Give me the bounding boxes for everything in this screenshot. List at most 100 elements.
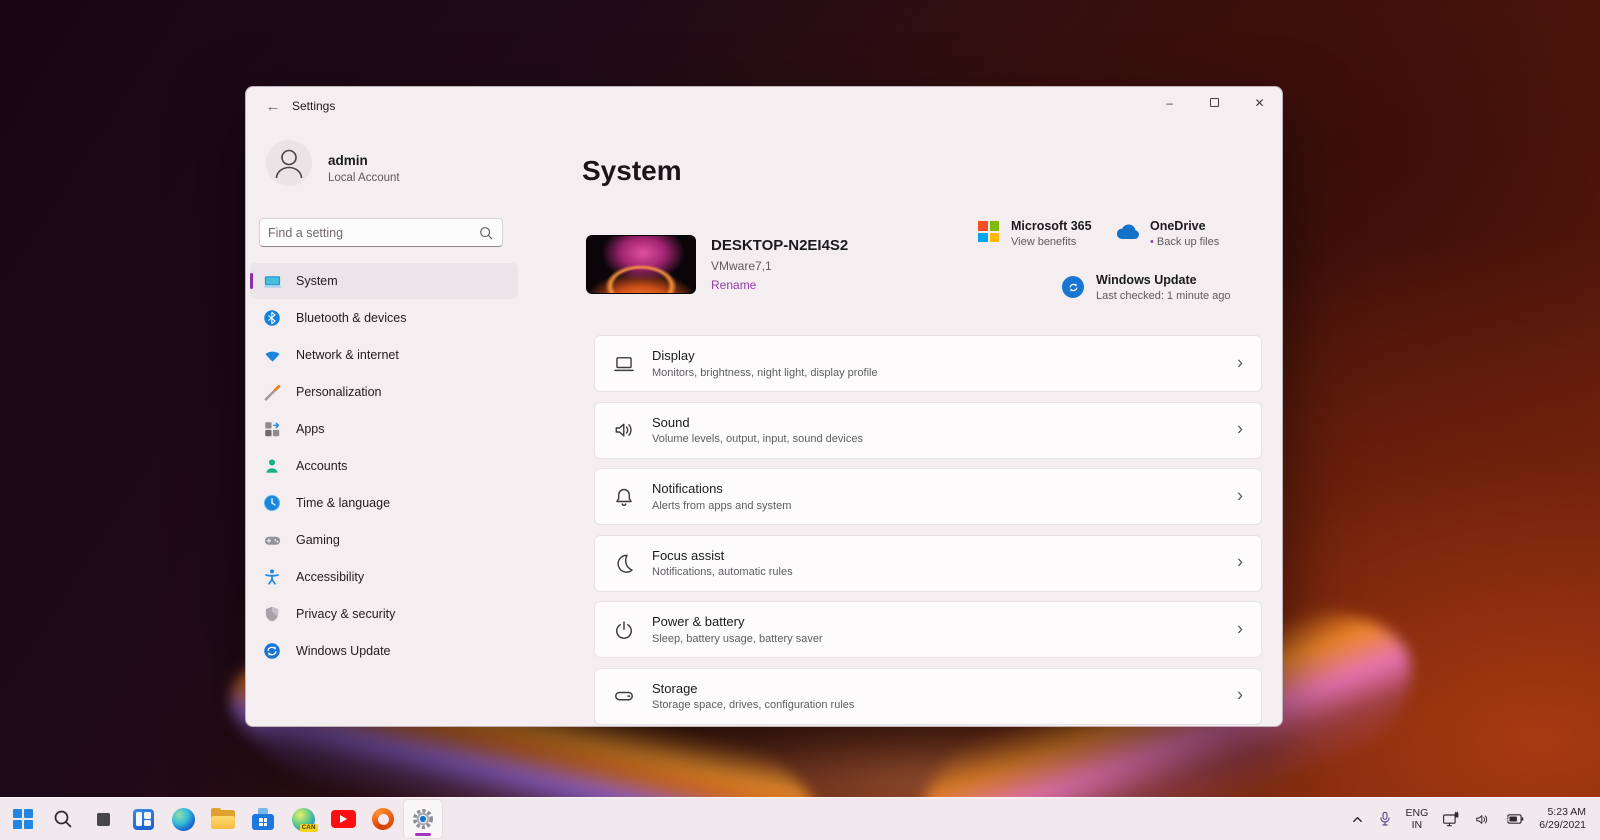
search-input[interactable] bbox=[268, 226, 478, 240]
titlebar[interactable]: ← Settings – ✕ bbox=[246, 87, 1282, 127]
sidebar-item-label: Privacy & security bbox=[296, 607, 395, 621]
sidebar-item-time-language[interactable]: Time & language bbox=[250, 485, 518, 521]
microsoft-365-icon bbox=[978, 221, 999, 242]
clock-date: 6/29/2021 bbox=[1539, 819, 1586, 832]
clock-time: 5:23 AM bbox=[1539, 806, 1586, 819]
settings-rows: Display Monitors, brightness, night ligh… bbox=[594, 335, 1262, 727]
sidebar-item-privacy-security[interactable]: Privacy & security bbox=[250, 596, 518, 632]
settings-row-power-battery[interactable]: Power & battery Sleep, battery usage, ba… bbox=[594, 601, 1262, 658]
settings-row-storage[interactable]: Storage Storage space, drives, configura… bbox=[594, 668, 1262, 725]
onedrive-title: OneDrive bbox=[1150, 219, 1219, 233]
edge-button[interactable] bbox=[163, 799, 203, 839]
widgets-button[interactable] bbox=[123, 799, 163, 839]
row-title: Notifications bbox=[652, 481, 791, 496]
sidebar-item-personalization[interactable]: Personalization bbox=[250, 374, 518, 410]
settings-row-focus-assist[interactable]: Focus assist Notifications, automatic ru… bbox=[594, 535, 1262, 592]
sidebar-item-label: Accounts bbox=[296, 459, 347, 473]
sidebar: System Bluetooth & devices Network & int… bbox=[250, 263, 518, 670]
system-tray: ENGIN 5:23 AM6/29/2021 bbox=[1344, 798, 1600, 840]
apps-icon bbox=[262, 419, 282, 439]
sidebar-item-windows-update[interactable]: Windows Update bbox=[250, 633, 518, 669]
settings-row-notifications[interactable]: Notifications Alerts from apps and syste… bbox=[594, 468, 1262, 525]
avatar[interactable] bbox=[266, 140, 312, 186]
windows-update-icon bbox=[262, 641, 282, 661]
network-icon bbox=[262, 345, 282, 365]
rename-link[interactable]: Rename bbox=[711, 278, 756, 292]
windows-update-title: Windows Update bbox=[1096, 273, 1231, 287]
edge-canary-button[interactable]: CAN bbox=[283, 799, 323, 839]
device-name: DESKTOP-N2EI4S2 bbox=[711, 237, 848, 254]
tray-network[interactable] bbox=[1435, 798, 1467, 840]
settings-window: ← Settings – ✕ admin Local Account bbox=[245, 86, 1283, 727]
tray-battery[interactable] bbox=[1497, 798, 1531, 840]
row-title: Power & battery bbox=[652, 614, 823, 629]
microsoft-store-icon bbox=[252, 808, 274, 830]
personalization-brush-icon bbox=[262, 382, 282, 402]
search-icon bbox=[478, 225, 494, 241]
close-button[interactable]: ✕ bbox=[1237, 87, 1282, 118]
sidebar-item-label: Personalization bbox=[296, 385, 381, 399]
display-icon bbox=[613, 353, 635, 375]
windows-update-sync-icon bbox=[1062, 276, 1084, 298]
task-view-icon bbox=[88, 804, 118, 834]
settings-row-sound[interactable]: Sound Volume levels, output, input, soun… bbox=[594, 402, 1262, 459]
gaming-gamepad-icon bbox=[262, 530, 282, 550]
widgets-icon bbox=[133, 809, 154, 830]
row-subtitle: Storage space, drives, configuration rul… bbox=[652, 699, 854, 711]
minimize-button[interactable]: – bbox=[1147, 87, 1192, 118]
back-button[interactable]: ← bbox=[258, 95, 288, 119]
microsoft-store-button[interactable] bbox=[243, 799, 283, 839]
microsoft-365-promo[interactable]: Microsoft 365 View benefits bbox=[978, 219, 1092, 248]
sidebar-item-network-internet[interactable]: Network & internet bbox=[250, 337, 518, 373]
maximize-button[interactable] bbox=[1192, 87, 1237, 118]
settings-row-display[interactable]: Display Monitors, brightness, night ligh… bbox=[594, 335, 1262, 392]
task-view-button[interactable] bbox=[83, 799, 123, 839]
close-icon: ✕ bbox=[1254, 96, 1264, 110]
tray-overflow-button[interactable] bbox=[1344, 798, 1371, 840]
taskbar-search-button[interactable] bbox=[43, 799, 83, 839]
onedrive-promo[interactable]: OneDrive •Back up files bbox=[1114, 219, 1219, 248]
microsoft-365-subtitle: View benefits bbox=[1011, 236, 1092, 248]
speaker-icon bbox=[1474, 812, 1490, 827]
windows-update-subtitle: Last checked: 1 minute ago bbox=[1096, 290, 1231, 302]
focus-assist-moon-icon bbox=[613, 552, 635, 574]
office-button[interactable] bbox=[363, 799, 403, 839]
row-subtitle: Volume levels, output, input, sound devi… bbox=[652, 433, 863, 445]
maximize-icon bbox=[1210, 98, 1219, 107]
row-title: Sound bbox=[652, 415, 863, 430]
chevron-right-icon: › bbox=[1237, 618, 1243, 639]
user-name: admin bbox=[328, 153, 368, 168]
microsoft-365-title: Microsoft 365 bbox=[1011, 219, 1092, 233]
search-box[interactable] bbox=[259, 218, 503, 247]
notifications-bell-icon bbox=[613, 486, 635, 508]
settings-app-button[interactable] bbox=[403, 799, 443, 839]
start-button[interactable] bbox=[3, 799, 43, 839]
row-subtitle: Sleep, battery usage, battery saver bbox=[652, 633, 823, 645]
canary-badge: CAN bbox=[300, 824, 318, 832]
sidebar-item-accounts[interactable]: Accounts bbox=[250, 448, 518, 484]
chevron-right-icon: › bbox=[1237, 352, 1243, 373]
sidebar-item-system[interactable]: System bbox=[250, 263, 518, 299]
chevron-right-icon: › bbox=[1237, 685, 1243, 706]
tray-microphone[interactable] bbox=[1371, 798, 1399, 840]
row-subtitle: Alerts from apps and system bbox=[652, 500, 791, 512]
row-title: Focus assist bbox=[652, 548, 793, 563]
row-title: Display bbox=[652, 348, 878, 363]
tray-language-indicator[interactable]: ENGIN bbox=[1399, 798, 1436, 840]
sidebar-item-accessibility[interactable]: Accessibility bbox=[250, 559, 518, 595]
sidebar-item-bluetooth-devices[interactable]: Bluetooth & devices bbox=[250, 300, 518, 336]
sidebar-item-gaming[interactable]: Gaming bbox=[250, 522, 518, 558]
tray-clock[interactable]: 5:23 AM6/29/2021 bbox=[1531, 798, 1590, 840]
windows-update-promo[interactable]: Windows Update Last checked: 1 minute ag… bbox=[1062, 273, 1231, 302]
tray-volume[interactable] bbox=[1467, 798, 1497, 840]
file-explorer-button[interactable] bbox=[203, 799, 243, 839]
sidebar-item-label: System bbox=[296, 274, 338, 288]
settings-gear-icon bbox=[411, 807, 435, 831]
storage-drive-icon bbox=[613, 685, 635, 707]
minimize-icon: – bbox=[1166, 96, 1173, 110]
sidebar-item-apps[interactable]: Apps bbox=[250, 411, 518, 447]
sidebar-item-label: Gaming bbox=[296, 533, 340, 547]
onedrive-subtitle: Back up files bbox=[1157, 236, 1219, 248]
youtube-button[interactable] bbox=[323, 799, 363, 839]
youtube-icon bbox=[331, 810, 356, 828]
